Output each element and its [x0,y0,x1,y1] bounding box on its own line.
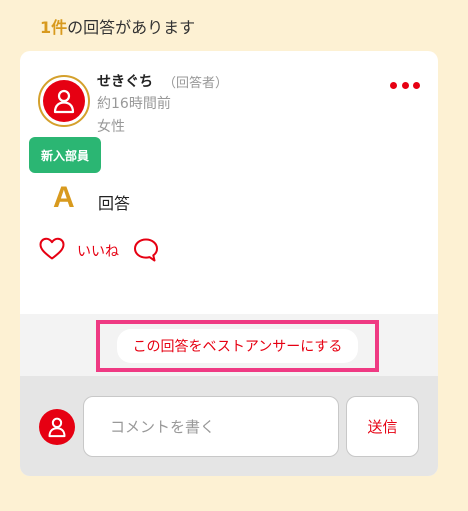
answerer-name[interactable]: せきぐち [97,71,153,91]
answer-count-header: 1件の回答があります [40,14,195,38]
speech-bubble-icon[interactable] [133,237,159,263]
status-badge: 新入部員 [29,137,101,173]
answer-count-suffix: の回答があります [67,18,196,37]
answerer-gender: 女性 [97,119,125,135]
answer-timestamp: 約16時間前 [97,96,171,112]
comment-form: 送信 [20,376,438,476]
answer-count: 1件 [40,18,68,37]
answer-marker: A [53,181,75,214]
answer-card: せきぐち （回答者） 約16時間前 女性 新入部員 A 回答 いいね この回答を… [20,51,438,476]
user-icon [43,80,85,122]
best-answer-area: この回答をベストアンサーにする [20,314,438,376]
heart-icon[interactable] [39,237,65,261]
comment-input[interactable] [83,396,339,457]
answerer-role: （回答者） [163,76,229,91]
answer-text: 回答 [98,194,131,213]
best-answer-button[interactable]: この回答をベストアンサーにする [96,320,379,372]
best-answer-label: この回答をベストアンサーにする [116,329,359,363]
more-dots-icon[interactable] [390,77,420,93]
send-button[interactable]: 送信 [346,396,419,457]
user-icon [39,409,75,445]
answerer-avatar[interactable] [38,75,90,127]
like-button[interactable]: いいね [77,241,119,261]
